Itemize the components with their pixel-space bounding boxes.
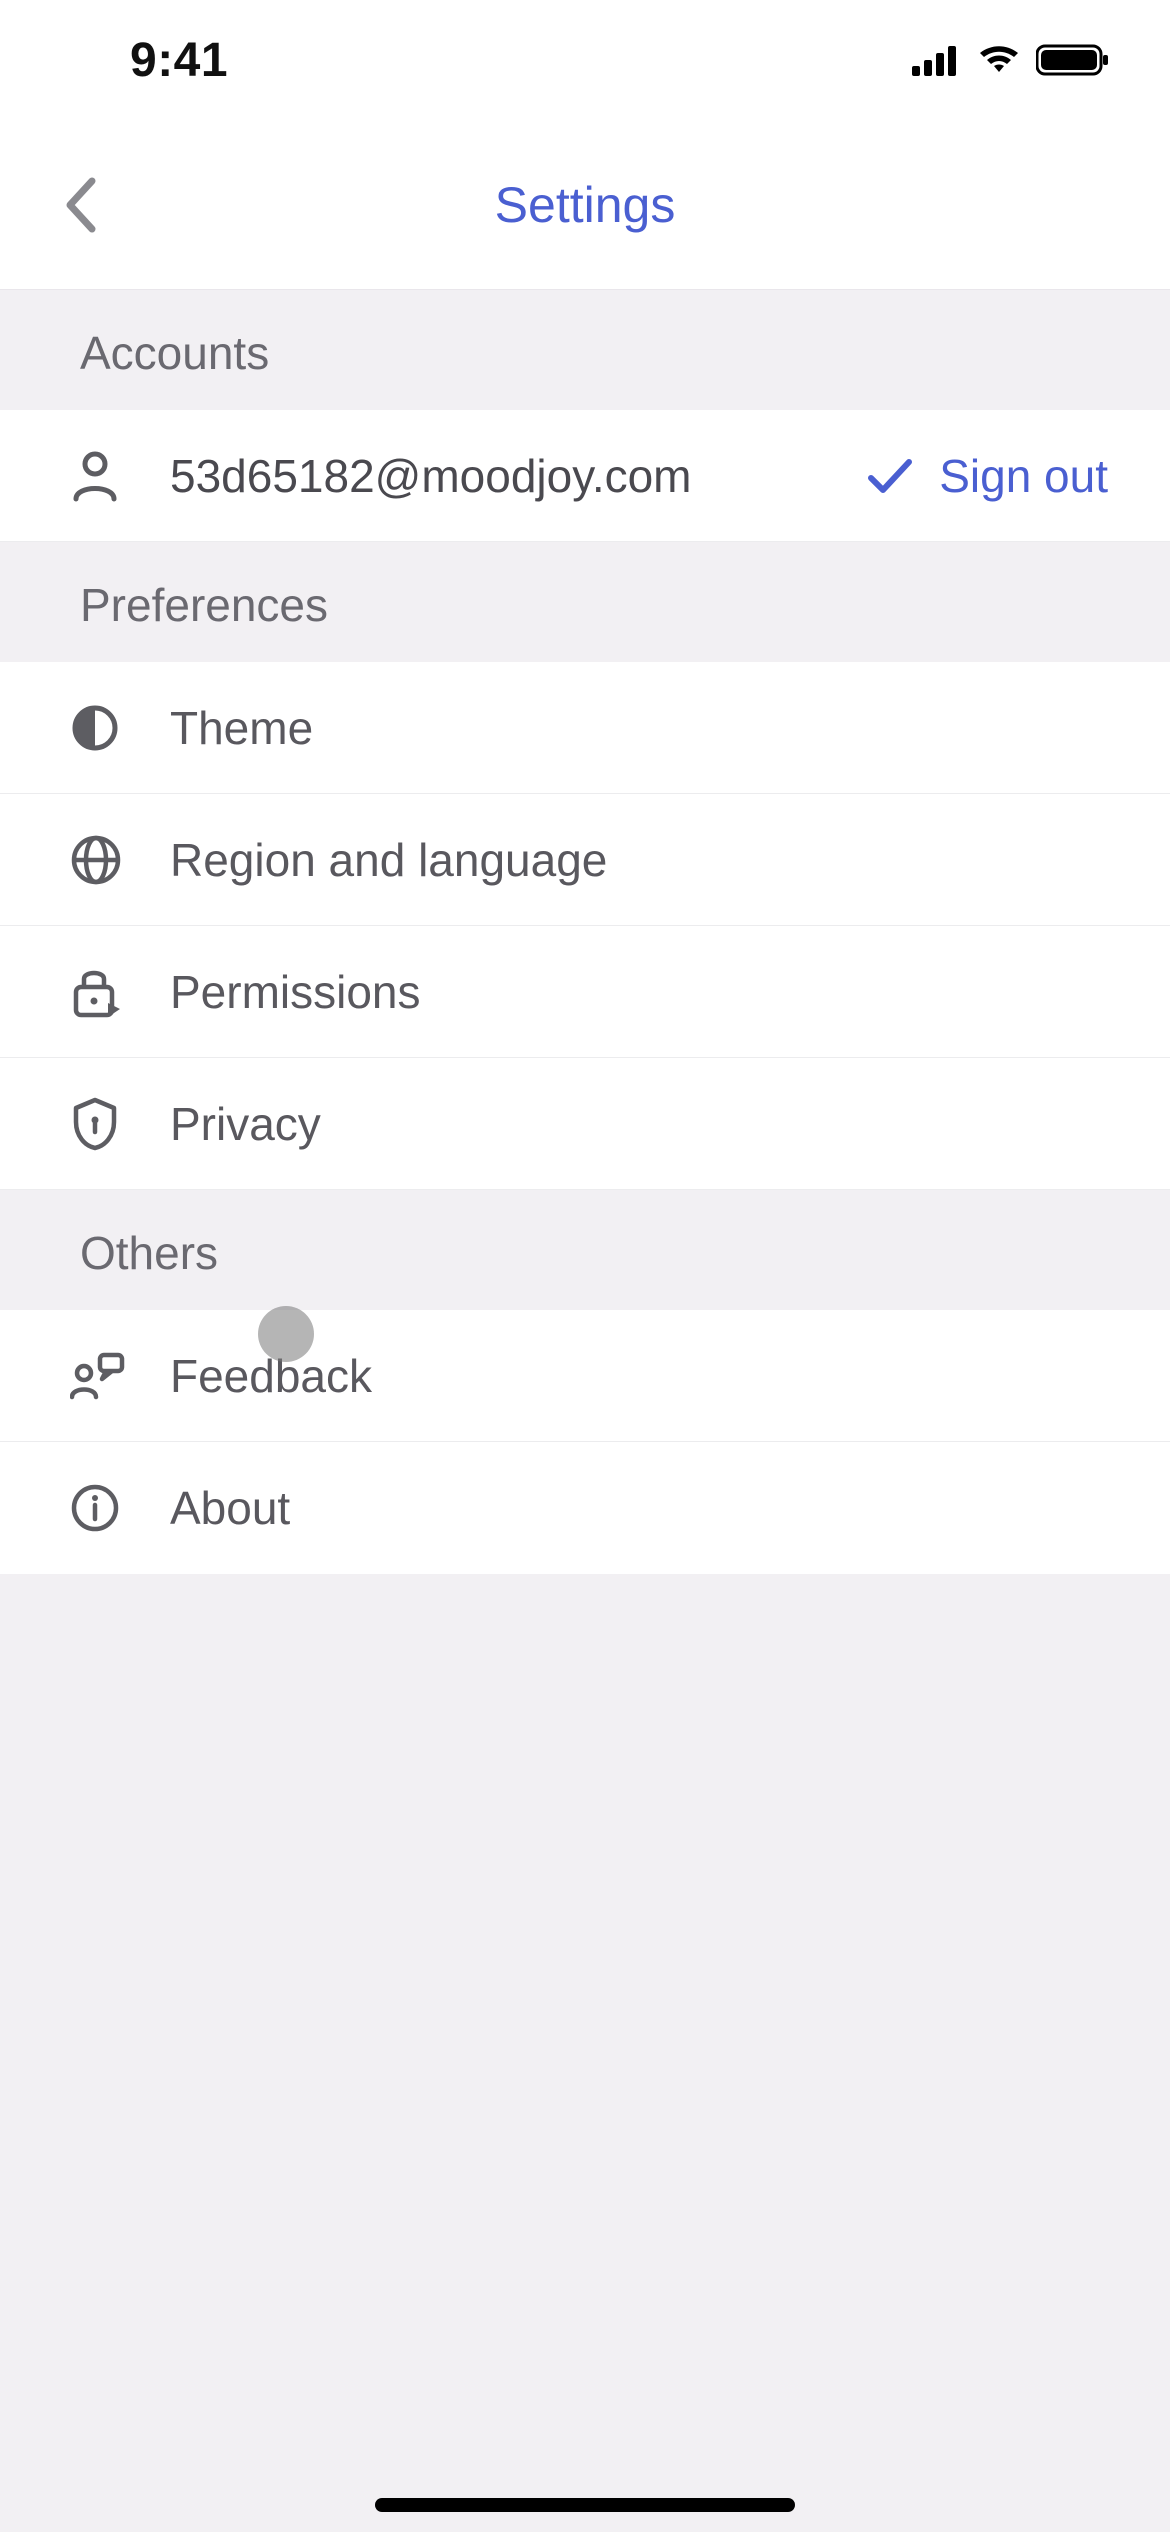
privacy-label: Privacy	[170, 1097, 1108, 1151]
content: Accounts 53d65182@moodjoy.com Sign out P…	[0, 290, 1170, 2532]
user-icon	[70, 449, 170, 503]
status-time: 9:41	[130, 33, 228, 88]
checkmark-icon	[867, 456, 913, 496]
section-header-accounts: Accounts	[0, 290, 1170, 410]
status-bar: 9:41	[0, 0, 1170, 120]
account-email: 53d65182@moodjoy.com	[170, 449, 867, 503]
row-account[interactable]: 53d65182@moodjoy.com Sign out	[0, 410, 1170, 542]
page-title: Settings	[0, 176, 1170, 234]
region-language-label: Region and language	[170, 833, 1108, 887]
theme-label: Theme	[170, 701, 1108, 755]
cellular-icon	[912, 44, 962, 76]
permissions-label: Permissions	[170, 965, 1108, 1019]
feedback-label: Feedback	[170, 1349, 1108, 1403]
back-button[interactable]	[40, 165, 120, 245]
row-region-language[interactable]: Region and language	[0, 794, 1170, 926]
header: Settings	[0, 120, 1170, 290]
battery-icon	[1036, 43, 1110, 77]
section-header-preferences: Preferences	[0, 542, 1170, 662]
shield-icon	[70, 1096, 170, 1152]
row-privacy[interactable]: Privacy	[0, 1058, 1170, 1190]
globe-icon	[70, 834, 170, 886]
sign-out-button[interactable]: Sign out	[867, 449, 1108, 503]
row-permissions[interactable]: Permissions	[0, 926, 1170, 1058]
about-label: About	[170, 1481, 1108, 1535]
home-indicator	[375, 2498, 795, 2512]
section-header-others: Others	[0, 1190, 1170, 1310]
chevron-left-icon	[62, 175, 98, 235]
info-icon	[70, 1483, 170, 1533]
row-theme[interactable]: Theme	[0, 662, 1170, 794]
row-feedback[interactable]: Feedback	[0, 1310, 1170, 1442]
theme-icon	[70, 703, 170, 753]
row-about[interactable]: About	[0, 1442, 1170, 1574]
wifi-icon	[976, 44, 1022, 76]
lock-icon	[70, 965, 170, 1019]
sign-out-label: Sign out	[939, 449, 1108, 503]
feedback-icon	[70, 1351, 170, 1401]
status-icons	[912, 43, 1110, 77]
